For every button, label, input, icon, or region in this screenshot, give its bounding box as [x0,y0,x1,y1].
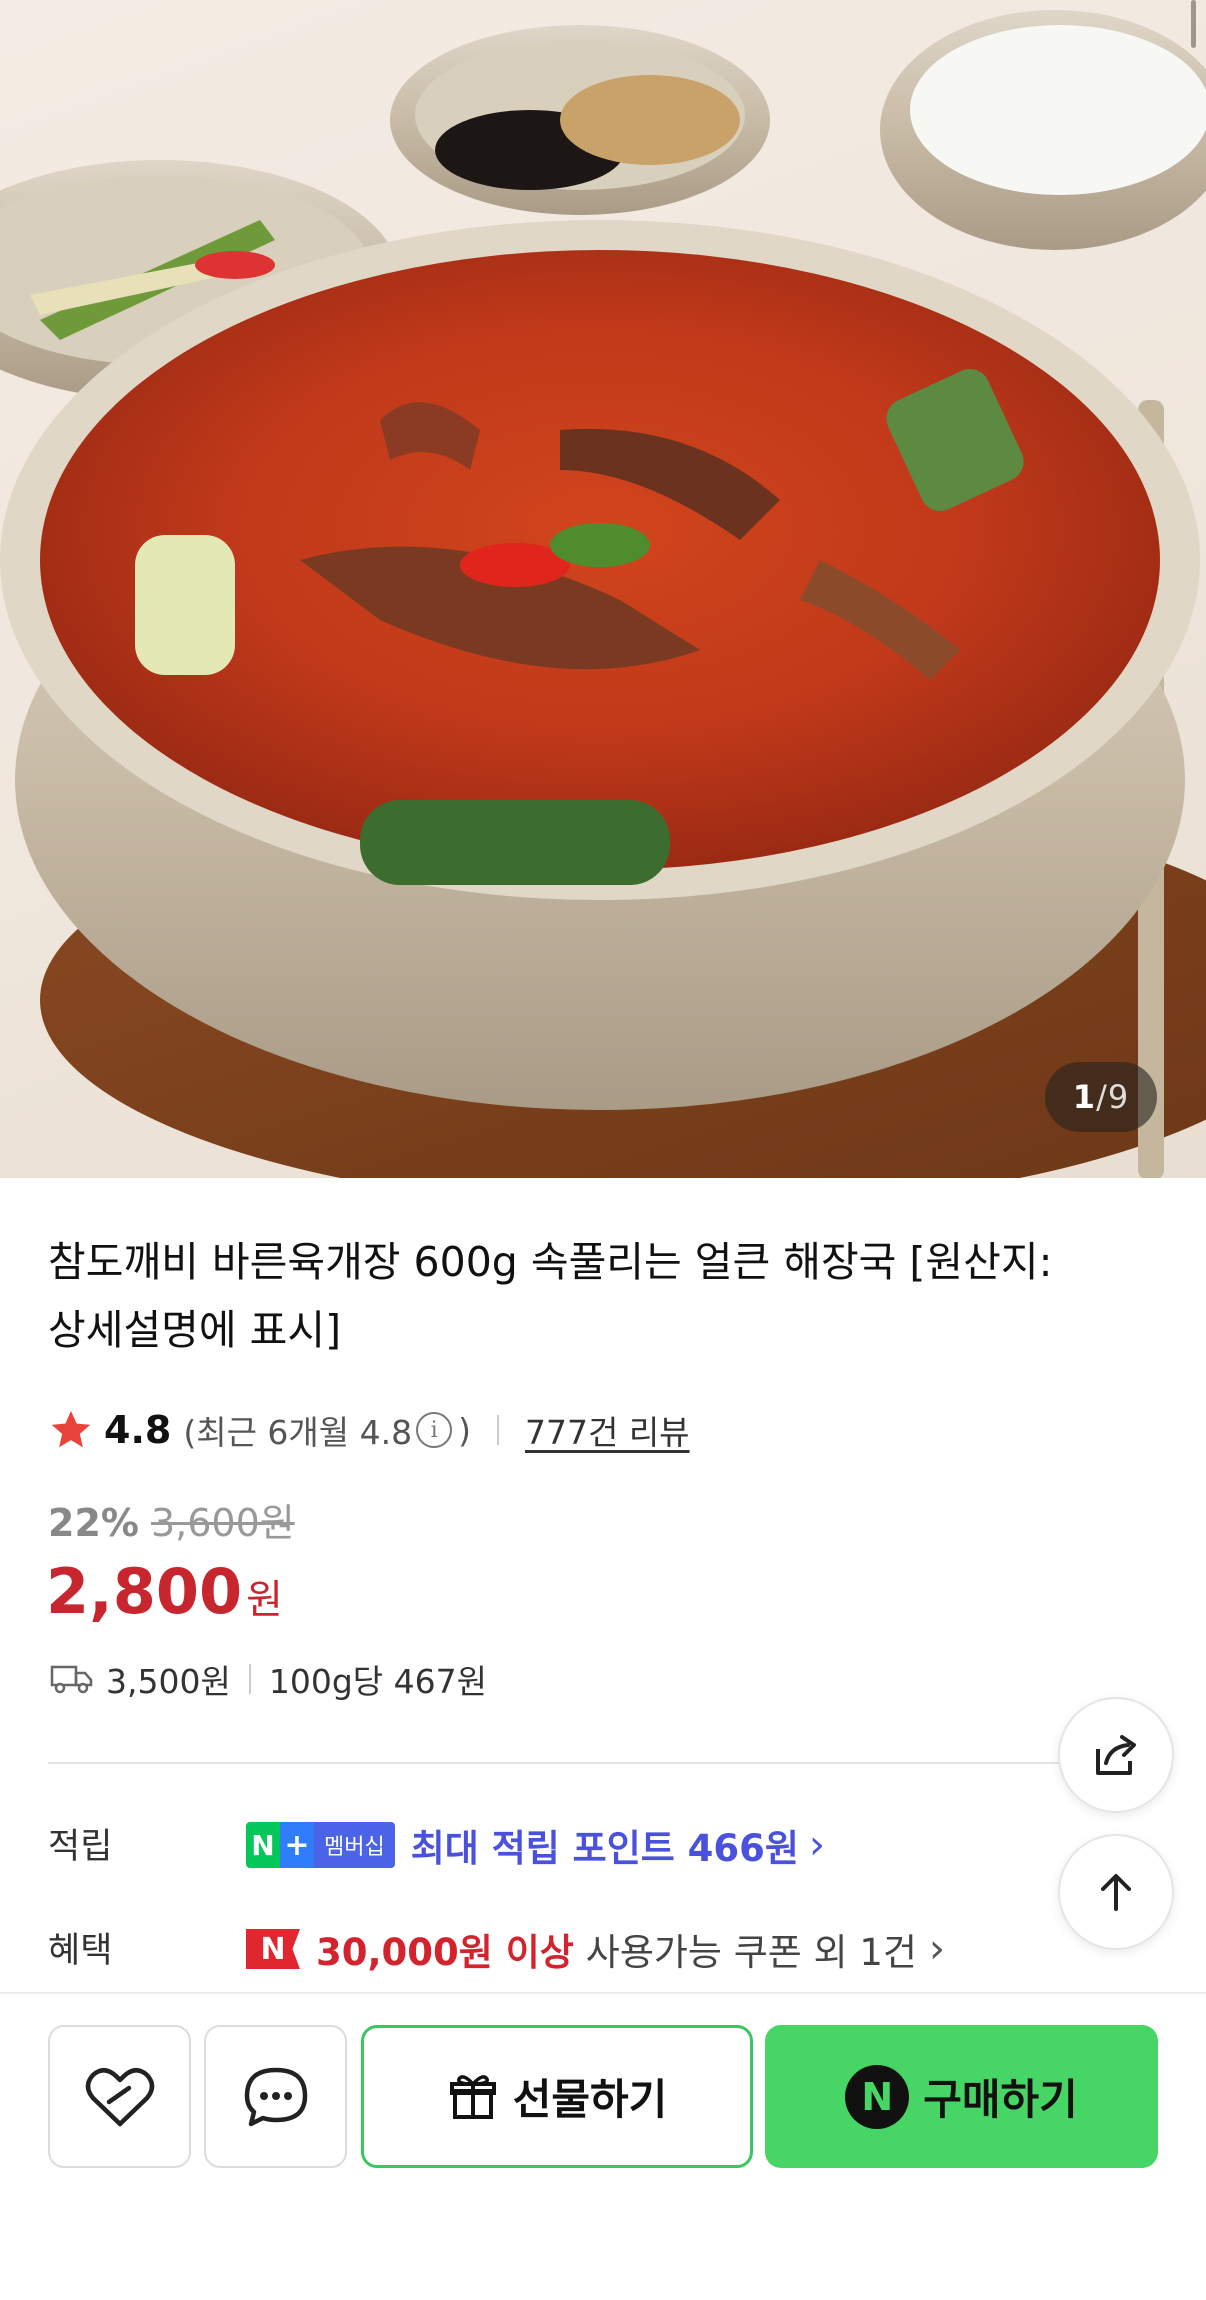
star-icon [51,1410,91,1448]
benefit-label: 혜택 [48,1931,113,1971]
points-row[interactable]: N + 멤버십 최대 적립 포인트 466원 › [246,1818,825,1872]
product-title: 참도깨비 바른육개장 600g 속풀리는 얼큰 해장국 [원산지:상세설명에 표… [48,1238,1053,1354]
points-label: 적립 [48,1827,113,1867]
naver-plus-membership-badge: N + 멤버십 [246,1822,395,1868]
rating-row: 4.8 (최근 6개월 4.8 i ) 777건 리뷰 [48,1400,690,1460]
wishlist-button[interactable] [48,2025,191,2168]
gift-button-label: 선물하기 [512,2075,668,2124]
badge-plus: + [280,1822,314,1868]
divider [248,1664,251,1694]
max-points-text: 최대 적립 포인트 466원 [410,1827,799,1870]
yukgaejang-photo [0,10,1206,1178]
reviews-link[interactable]: 777건 리뷰 [525,1406,690,1454]
chevron-right-icon: › [928,1926,945,1972]
discount-percent: 22% [48,1501,139,1545]
recent-rating: (최근 6개월 4.8 i ) [183,1406,471,1454]
sale-price-row: 2,800 원 [46,1555,283,1628]
truck-icon [50,1665,93,1694]
benefit-row[interactable]: N 30,000원 이상 사용가능 쿠폰 외 1건 › [246,1922,945,1976]
currency-unit: 원 [246,1577,283,1623]
heart-link-icon [85,2067,154,2126]
gift-icon [449,2074,496,2119]
discount-row: 22% 3,600원 [48,1492,295,1547]
scroll-indicator [1191,0,1196,48]
scroll-top-button[interactable] [1058,1834,1174,1950]
shipping-row: 3,500원 100g당 467원 [50,1655,487,1703]
image-counter-separator: / [1096,1078,1108,1116]
arrow-up-icon [1101,1874,1131,1911]
divider [496,1415,499,1445]
recent-rating-close: ) [458,1410,471,1450]
recent-rating-text: (최근 6개월 4.8 [183,1413,413,1452]
sale-price: 2,800 [46,1555,243,1628]
buy-button[interactable]: N 구매하기 [765,2025,1158,2168]
share-button[interactable] [1058,1697,1174,1813]
coupon-threshold: 30,000원 이상 [316,1931,574,1974]
unit-price: 100g당 467원 [268,1662,487,1701]
badge-n: N [246,1822,280,1868]
image-counter: 1 / 9 [1045,1062,1157,1132]
gift-button[interactable]: 선물하기 [361,2025,753,2168]
coupon-text: 사용가능 쿠폰 외 1건 [585,1931,917,1974]
buy-button-label: 구매하기 [923,2075,1078,2124]
inquiry-button[interactable] [204,2025,347,2168]
shipping-fee: 3,500원 [106,1662,231,1701]
badge-membership: 멤버십 [314,1822,395,1868]
info-icon[interactable]: i [416,1412,453,1448]
naver-pay-icon: N [845,2064,910,2129]
product-image[interactable]: 1 / 9 [0,0,1206,1178]
section-divider [48,1762,1158,1764]
chat-icon [244,2067,307,2126]
image-counter-current: 1 [1072,1078,1097,1116]
image-counter-total: 9 [1107,1078,1130,1116]
share-icon [1096,1735,1136,1775]
chevron-right-icon: › [808,1822,825,1868]
original-price: 3,600원 [150,1501,295,1545]
naver-coupon-badge: N [246,1929,300,1969]
rating-value: 4.8 [104,1408,172,1452]
